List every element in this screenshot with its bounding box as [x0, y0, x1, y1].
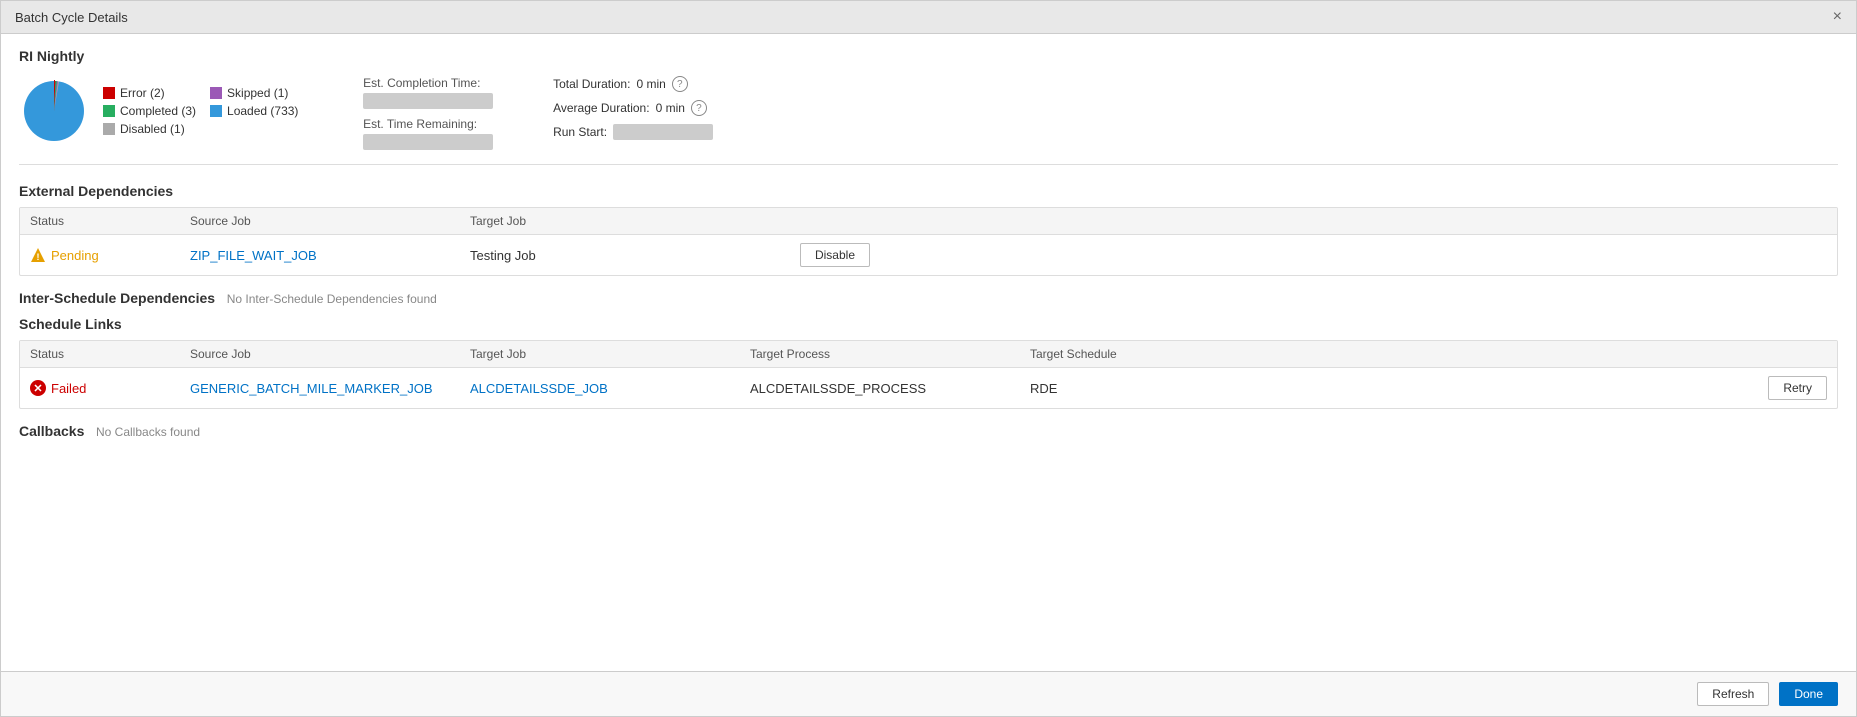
disable-button[interactable]: Disable	[800, 243, 870, 267]
legend-color-error	[103, 87, 115, 99]
legend-item-disabled: Disabled (1)	[103, 122, 196, 136]
schedule-links-title: Schedule Links	[19, 316, 1838, 332]
legend-label-disabled: Disabled (1)	[120, 122, 185, 136]
legend-label-completed: Completed (3)	[120, 104, 196, 118]
legend-color-loaded	[210, 105, 222, 117]
legend-color-disabled	[103, 123, 115, 135]
stat-col-right: Total Duration: 0 min ? Average Duration…	[553, 76, 713, 150]
svg-text:!: !	[37, 252, 40, 262]
sl-col-process-header: Target Process	[750, 347, 1030, 361]
ext-col-status-header: Status	[30, 214, 190, 228]
est-remaining-value	[363, 134, 493, 150]
retry-button[interactable]: Retry	[1768, 376, 1827, 400]
est-completion-value	[363, 93, 493, 109]
inter-schedule-title: Inter-Schedule Dependencies	[19, 290, 215, 306]
warning-triangle-icon: !	[30, 247, 46, 263]
window-title: Batch Cycle Details	[15, 10, 128, 25]
chart-area: Error (2) Skipped (1) Completed (3) Load…	[19, 76, 303, 146]
title-bar: Batch Cycle Details ×	[1, 1, 1856, 34]
ext-col-action-header	[770, 214, 870, 228]
done-button[interactable]: Done	[1779, 682, 1838, 706]
batch-cycle-details-window: Batch Cycle Details × RI Nightly	[0, 0, 1857, 717]
failed-status: ✕ Failed	[30, 380, 190, 396]
sl-source-link[interactable]: GENERIC_BATCH_MILE_MARKER_JOB	[190, 381, 433, 396]
sl-col-schedule-header: Target Schedule	[1030, 347, 1727, 361]
pending-status: ! Pending	[30, 247, 190, 263]
footer: Refresh Done	[1, 671, 1856, 716]
refresh-button[interactable]: Refresh	[1697, 682, 1769, 706]
legend-label-error: Error (2)	[120, 86, 165, 100]
legend-item-completed: Completed (3)	[103, 104, 196, 118]
total-duration-row: Total Duration: 0 min ?	[553, 76, 713, 92]
total-duration-help-icon[interactable]: ?	[672, 76, 688, 92]
close-button[interactable]: ×	[1833, 9, 1842, 25]
external-deps-section: External Dependencies Status Source Job …	[19, 183, 1838, 276]
schedule-links-section: Schedule Links Status Source Job Target …	[19, 316, 1838, 409]
run-start-label: Run Start:	[553, 125, 607, 139]
summary-section: Error (2) Skipped (1) Completed (3) Load…	[19, 76, 1838, 165]
external-deps-title: External Dependencies	[19, 183, 1838, 199]
legend-item-error: Error (2)	[103, 86, 196, 100]
external-deps-table: Status Source Job Target Job ! Pending	[19, 207, 1838, 276]
sl-row-target: ALCDETAILSSDE_JOB	[470, 381, 750, 396]
legend-color-skipped	[210, 87, 222, 99]
avg-duration-row: Average Duration: 0 min ?	[553, 100, 713, 116]
sl-col-source-header: Source Job	[190, 347, 470, 361]
external-deps-header: Status Source Job Target Job	[20, 208, 1837, 235]
est-remaining-row: Est. Time Remaining:	[363, 117, 493, 150]
legend-label-loaded: Loaded (733)	[227, 104, 298, 118]
ext-row-action: Disable	[770, 243, 870, 267]
run-start-row: Run Start:	[553, 124, 713, 140]
sl-col-action-header	[1727, 347, 1827, 361]
ext-col-source-header: Source Job	[190, 214, 470, 228]
avg-duration-label: Average Duration:	[553, 101, 650, 115]
inter-schedule-section: Inter-Schedule Dependencies No Inter-Sch…	[19, 290, 1838, 306]
callbacks-section: Callbacks No Callbacks found	[19, 423, 1838, 439]
est-completion-row: Est. Completion Time:	[363, 76, 493, 109]
legend: Error (2) Skipped (1) Completed (3) Load…	[103, 86, 303, 136]
schedule-links-header: Status Source Job Target Job Target Proc…	[20, 341, 1837, 368]
run-start-value	[613, 124, 713, 140]
batch-name: RI Nightly	[19, 48, 1838, 64]
est-completion-label: Est. Completion Time:	[363, 76, 493, 90]
total-duration-value: 0 min	[636, 77, 665, 91]
ext-source-link[interactable]: ZIP_FILE_WAIT_JOB	[190, 248, 317, 263]
sl-col-target-header: Target Job	[470, 347, 750, 361]
callbacks-no-data: No Callbacks found	[96, 425, 200, 439]
sl-col-status-header: Status	[30, 347, 190, 361]
table-row: ! Pending ZIP_FILE_WAIT_JOB Testing Job …	[20, 235, 1837, 275]
total-duration-label: Total Duration:	[553, 77, 630, 91]
failed-label: Failed	[51, 381, 86, 396]
schedule-links-table: Status Source Job Target Job Target Proc…	[19, 340, 1838, 409]
sl-row-status: ✕ Failed	[30, 380, 190, 396]
sl-target-link[interactable]: ALCDETAILSSDE_JOB	[470, 381, 608, 396]
legend-item-loaded: Loaded (733)	[210, 104, 303, 118]
avg-duration-help-icon[interactable]: ?	[691, 100, 707, 116]
legend-item-skipped: Skipped (1)	[210, 86, 303, 100]
sl-row-process: ALCDETAILSSDE_PROCESS	[750, 381, 1030, 396]
ext-col-target-header: Target Job	[470, 214, 770, 228]
avg-duration-value: 0 min	[656, 101, 685, 115]
sl-row-action: Retry	[1727, 376, 1827, 400]
pie-chart	[19, 76, 89, 146]
inter-schedule-no-data: No Inter-Schedule Dependencies found	[227, 292, 437, 306]
sl-row-source: GENERIC_BATCH_MILE_MARKER_JOB	[190, 381, 470, 396]
callbacks-title: Callbacks	[19, 423, 84, 439]
est-remaining-label: Est. Time Remaining:	[363, 117, 493, 131]
failed-icon: ✕	[30, 380, 46, 396]
ext-row-target: Testing Job	[470, 248, 770, 263]
legend-color-completed	[103, 105, 115, 117]
table-row: ✕ Failed GENERIC_BATCH_MILE_MARKER_JOB A…	[20, 368, 1837, 408]
legend-label-skipped: Skipped (1)	[227, 86, 288, 100]
stats-area: Est. Completion Time: Est. Time Remainin…	[363, 76, 713, 150]
main-content: RI Nightly	[1, 34, 1856, 671]
stat-col-left: Est. Completion Time: Est. Time Remainin…	[363, 76, 493, 150]
pending-label: Pending	[51, 248, 99, 263]
ext-row-status: ! Pending	[30, 247, 190, 263]
sl-row-schedule: RDE	[1030, 381, 1727, 396]
ext-row-source: ZIP_FILE_WAIT_JOB	[190, 248, 470, 263]
